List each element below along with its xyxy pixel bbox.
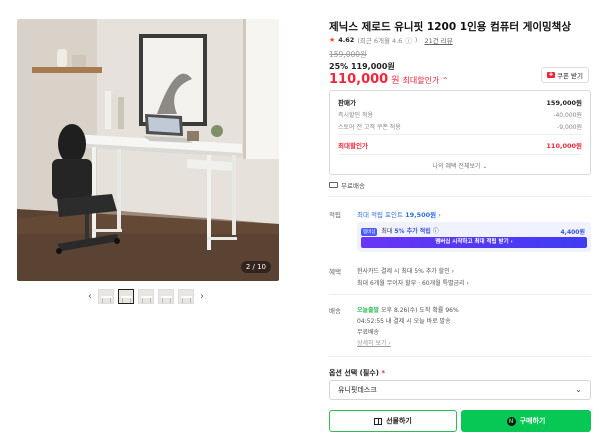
price-row-value: 159,000원 bbox=[546, 99, 582, 107]
price-row-label: 판매가 bbox=[338, 99, 356, 107]
info-icon: ⓘ bbox=[405, 37, 412, 45]
rating-note: (최근 6개월 4.6 bbox=[357, 37, 403, 45]
thumbnail[interactable] bbox=[98, 288, 114, 304]
points-summary-value: 19,500원 bbox=[405, 211, 437, 219]
coupon-label: 쿠폰 받기 bbox=[557, 72, 583, 80]
divider bbox=[338, 154, 582, 155]
gift-button[interactable]: 선물하기 bbox=[329, 410, 457, 432]
option-select[interactable]: 유니핏데스크 ⌄ bbox=[329, 380, 591, 400]
buy-button[interactable]: N 구매하기 bbox=[461, 410, 591, 432]
required-mark: * bbox=[381, 369, 386, 377]
discount-percent: 25% bbox=[329, 62, 349, 71]
thumbnail[interactable] bbox=[178, 288, 194, 304]
chevron-right-icon: › bbox=[438, 211, 441, 219]
max-discount-unit: 원 bbox=[391, 76, 400, 86]
thumbnail[interactable] bbox=[138, 288, 154, 304]
price-row-max: 최대할인가 110,000원 bbox=[338, 140, 582, 150]
next-image-button[interactable]: › bbox=[198, 289, 206, 304]
price-row-value: 110,000원 bbox=[546, 142, 582, 150]
chevron-down-icon: ⌄ bbox=[575, 385, 582, 394]
today-ship-badge: 오늘출발 bbox=[357, 307, 380, 314]
thumbnail-strip: ‹ › bbox=[86, 288, 206, 304]
all-benefits-link[interactable]: 나의 혜택 전체보기 ⌄ bbox=[330, 161, 590, 170]
option-label: 옵션 선택 (필수) * bbox=[329, 368, 385, 378]
option-label-text: 옵션 선택 (필수) bbox=[329, 369, 379, 377]
membership-prefix: 최대 bbox=[381, 228, 393, 235]
price-row-value: -9,000원 bbox=[557, 124, 582, 131]
card-discount-link[interactable]: 현사카드 결제 시 최대 5% 추가 할인 › bbox=[357, 266, 454, 275]
shipping-fee: 무료배송 bbox=[357, 329, 380, 336]
price-breakdown-box: 판매가 159,000원 즉시할인 적용 -40,000원 스토어 전 고객 쿠… bbox=[329, 90, 591, 175]
membership-points-value: 4,400원 bbox=[560, 228, 586, 236]
coupon-button[interactable]: ✚ 쿠폰 받기 bbox=[541, 67, 589, 83]
star-icon: ★ bbox=[329, 36, 336, 44]
shipping-countdown: 04:52:55 내 결제 시 오늘 바로 발송 bbox=[357, 318, 451, 325]
discount-row: 25% 119,000원 bbox=[329, 61, 395, 72]
info-icon[interactable]: ⓘ bbox=[433, 228, 439, 235]
npay-icon: N bbox=[506, 416, 516, 426]
membership-start-button[interactable]: 멤버십 시작하고 최대 적립 받기 › bbox=[361, 237, 587, 248]
rating-score: 4.62 bbox=[338, 36, 355, 44]
shipping-detail-link[interactable]: 상세히 보기 › bbox=[357, 338, 391, 347]
divider bbox=[329, 356, 591, 357]
free-delivery-row: 무료배송 bbox=[329, 180, 365, 190]
option-selected-value: 유니핏데스크 bbox=[338, 386, 377, 394]
rating-note-end: ) bbox=[414, 36, 418, 44]
buy-label: 구매하기 bbox=[519, 417, 546, 425]
gift-label: 선물하기 bbox=[386, 417, 412, 425]
original-price: 159,000원 bbox=[329, 50, 367, 59]
membership-points-box: 멤버십 최대 5% 추가 적립 ⓘ 4,400원 멤버십 시작하고 최대 적립 … bbox=[357, 222, 591, 252]
max-discount-toggle[interactable]: 최대할인가 ⌃ bbox=[403, 75, 449, 86]
price-row-value: -40,000원 bbox=[553, 112, 582, 119]
divider bbox=[329, 294, 591, 295]
free-delivery-label: 무료배송 bbox=[341, 182, 365, 190]
review-link[interactable]: 21건 리뷰 bbox=[424, 35, 452, 45]
divider bbox=[329, 196, 591, 197]
membership-badge: 멤버십 bbox=[361, 228, 378, 236]
desk-photo bbox=[17, 19, 279, 281]
divider bbox=[338, 134, 582, 135]
price-row-label: 최대할인가 bbox=[338, 142, 368, 150]
rating-row: ★ 4.62 (최근 6개월 4.6 ⓘ) 21건 리뷰 bbox=[329, 35, 453, 45]
gift-icon bbox=[374, 417, 383, 425]
price-row: 판매가 159,000원 bbox=[338, 97, 582, 107]
image-counter: 2 / 10 bbox=[240, 261, 271, 273]
product-main-image[interactable]: 2 / 10 bbox=[17, 19, 279, 281]
installment-link[interactable]: 최대 6개월 무이자 할부 · 60개월 특별금리 › bbox=[357, 278, 469, 287]
price-row: 즉시할인 적용 -40,000원 bbox=[338, 110, 582, 119]
prev-image-button[interactable]: ‹ bbox=[86, 289, 94, 304]
shipping-label: 배송 bbox=[329, 307, 341, 315]
thumbnail[interactable] bbox=[158, 288, 174, 304]
arrival-text: 오후 8.26(수) 도착 확률 96% bbox=[381, 307, 459, 314]
max-discount-price: 110,000 bbox=[329, 72, 389, 87]
points-label: 적립 bbox=[329, 211, 341, 219]
points-summary-text: 최대 적립 포인트 bbox=[357, 211, 403, 219]
membership-pct: 5% 추가 적립 bbox=[394, 228, 431, 235]
truck-icon bbox=[329, 182, 338, 188]
thumbnail-active[interactable] bbox=[118, 288, 134, 304]
coupon-icon: ✚ bbox=[547, 72, 555, 78]
shipping-arrival: 오늘출발 오후 8.26(수) 도착 확률 96% bbox=[357, 305, 459, 314]
benefit-label: 혜택 bbox=[329, 268, 341, 276]
points-summary[interactable]: 최대 적립 포인트 19,500원 › bbox=[357, 209, 441, 219]
membership-points-text: 멤버십 최대 5% 추가 적립 ⓘ bbox=[361, 226, 439, 236]
max-discount-row: 110,000 원 최대할인가 ⌃ bbox=[329, 72, 449, 87]
price-row-label: 스토어 전 고객 쿠폰 적용 bbox=[338, 124, 401, 131]
membership-points-line: 멤버십 최대 5% 추가 적립 ⓘ 4,400원 bbox=[361, 226, 585, 236]
product-title: 제닉스 제로드 유니핏 1200 1인용 컴퓨터 게이밍책상 bbox=[329, 21, 572, 33]
price-row: 스토어 전 고객 쿠폰 적용 -9,000원 bbox=[338, 122, 582, 131]
discount-price: 119,000원 bbox=[350, 62, 395, 71]
price-row-label: 즉시할인 적용 bbox=[338, 112, 374, 119]
